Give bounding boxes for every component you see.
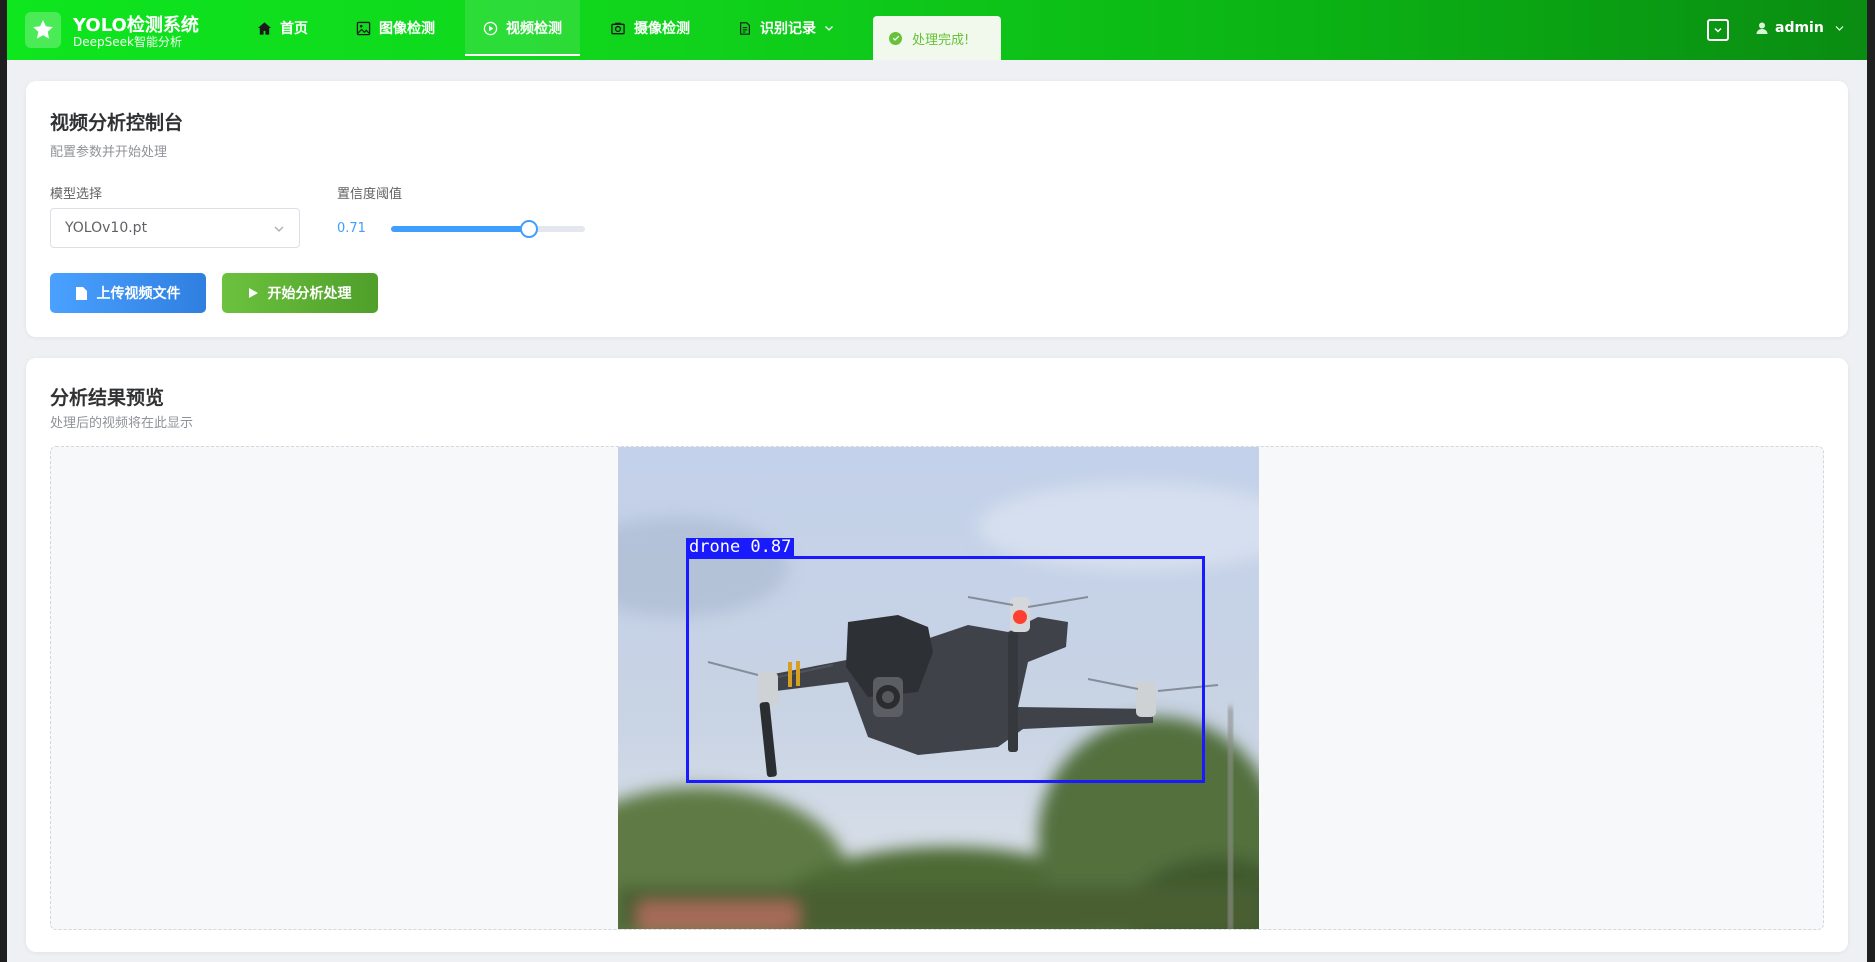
chevron-down-icon <box>1835 26 1844 31</box>
nav-video-detection[interactable]: 视频检测 <box>465 0 580 56</box>
app-subtitle: DeepSeek智能分析 <box>73 35 182 49</box>
confidence-slider-handle[interactable] <box>519 220 538 238</box>
document-icon <box>75 286 87 300</box>
model-select[interactable]: YOLOv10.pt <box>50 208 300 248</box>
app-window: YOLO检测系统 DeepSeek智能分析 首页 图像检测 视频检测 摄像检测 … <box>7 0 1867 962</box>
preview-subtitle: 处理后的视频将在此显示 <box>50 416 194 431</box>
username: admin <box>1775 20 1824 36</box>
nav-video-detection-label: 视频检测 <box>506 21 562 37</box>
start-analysis-label: 开始分析处理 <box>267 286 352 302</box>
confidence-value: 0.71 <box>337 221 366 236</box>
main-nav: 首页 图像检测 视频检测 摄像检测 识别记录 <box>239 0 872 60</box>
nav-home[interactable]: 首页 <box>239 0 326 56</box>
nav-camera-detection-label: 摄像检测 <box>634 21 690 37</box>
check-circle-icon <box>889 31 902 45</box>
preview-title: 分析结果预览 <box>50 387 165 409</box>
nav-camera-detection[interactable]: 摄像检测 <box>592 0 708 56</box>
nav-image-detection-label: 图像检测 <box>379 21 435 37</box>
success-toast: 处理完成! <box>873 16 1001 60</box>
video-frame[interactable]: drone 0.87 <box>618 447 1259 929</box>
toast-message: 处理完成! <box>912 32 970 48</box>
image-icon <box>356 21 371 35</box>
confidence-label: 置信度阈值 <box>337 187 403 202</box>
nav-records[interactable]: 识别记录 <box>720 0 860 56</box>
upload-video-button[interactable]: 上传视频文件 <box>50 273 206 313</box>
model-select-label: 模型选择 <box>50 187 103 202</box>
fullscreen-toggle-icon[interactable] <box>1707 19 1729 41</box>
detection-label: drone 0.87 <box>686 538 795 557</box>
control-panel-title: 视频分析控制台 <box>50 112 184 134</box>
control-panel-card: 视频分析控制台 配置参数并开始处理 模型选择 YOLOv10.pt 置信度阈值 … <box>26 81 1848 337</box>
nav-records-label: 识别记录 <box>760 21 816 37</box>
nav-home-label: 首页 <box>280 21 308 37</box>
camera-icon <box>611 22 625 34</box>
start-analysis-button[interactable]: 开始分析处理 <box>222 273 378 313</box>
control-panel-subtitle: 配置参数并开始处理 <box>50 145 168 160</box>
chevron-down-icon <box>274 226 284 232</box>
play-icon <box>248 288 258 298</box>
video-preview-area: drone 0.87 <box>50 446 1824 930</box>
document-icon <box>740 21 750 35</box>
confidence-slider-fill <box>391 226 529 232</box>
user-menu[interactable]: admin <box>1755 20 1851 36</box>
upload-video-label: 上传视频文件 <box>96 286 181 302</box>
model-select-value: YOLOv10.pt <box>65 220 148 236</box>
result-preview-card: 分析结果预览 处理后的视频将在此显示 drone 0.87 <box>26 358 1848 952</box>
chevron-down-icon <box>825 26 833 31</box>
detection-bounding-box <box>686 556 1205 783</box>
video-play-icon <box>483 21 498 35</box>
nav-image-detection[interactable]: 图像检测 <box>338 0 453 56</box>
home-icon <box>257 21 272 35</box>
user-avatar-icon <box>1756 22 1768 34</box>
top-nav-bar: YOLO检测系统 DeepSeek智能分析 首页 图像检测 视频检测 摄像检测 … <box>7 0 1867 60</box>
star-logo-icon <box>25 12 61 48</box>
confidence-slider[interactable] <box>391 220 585 238</box>
